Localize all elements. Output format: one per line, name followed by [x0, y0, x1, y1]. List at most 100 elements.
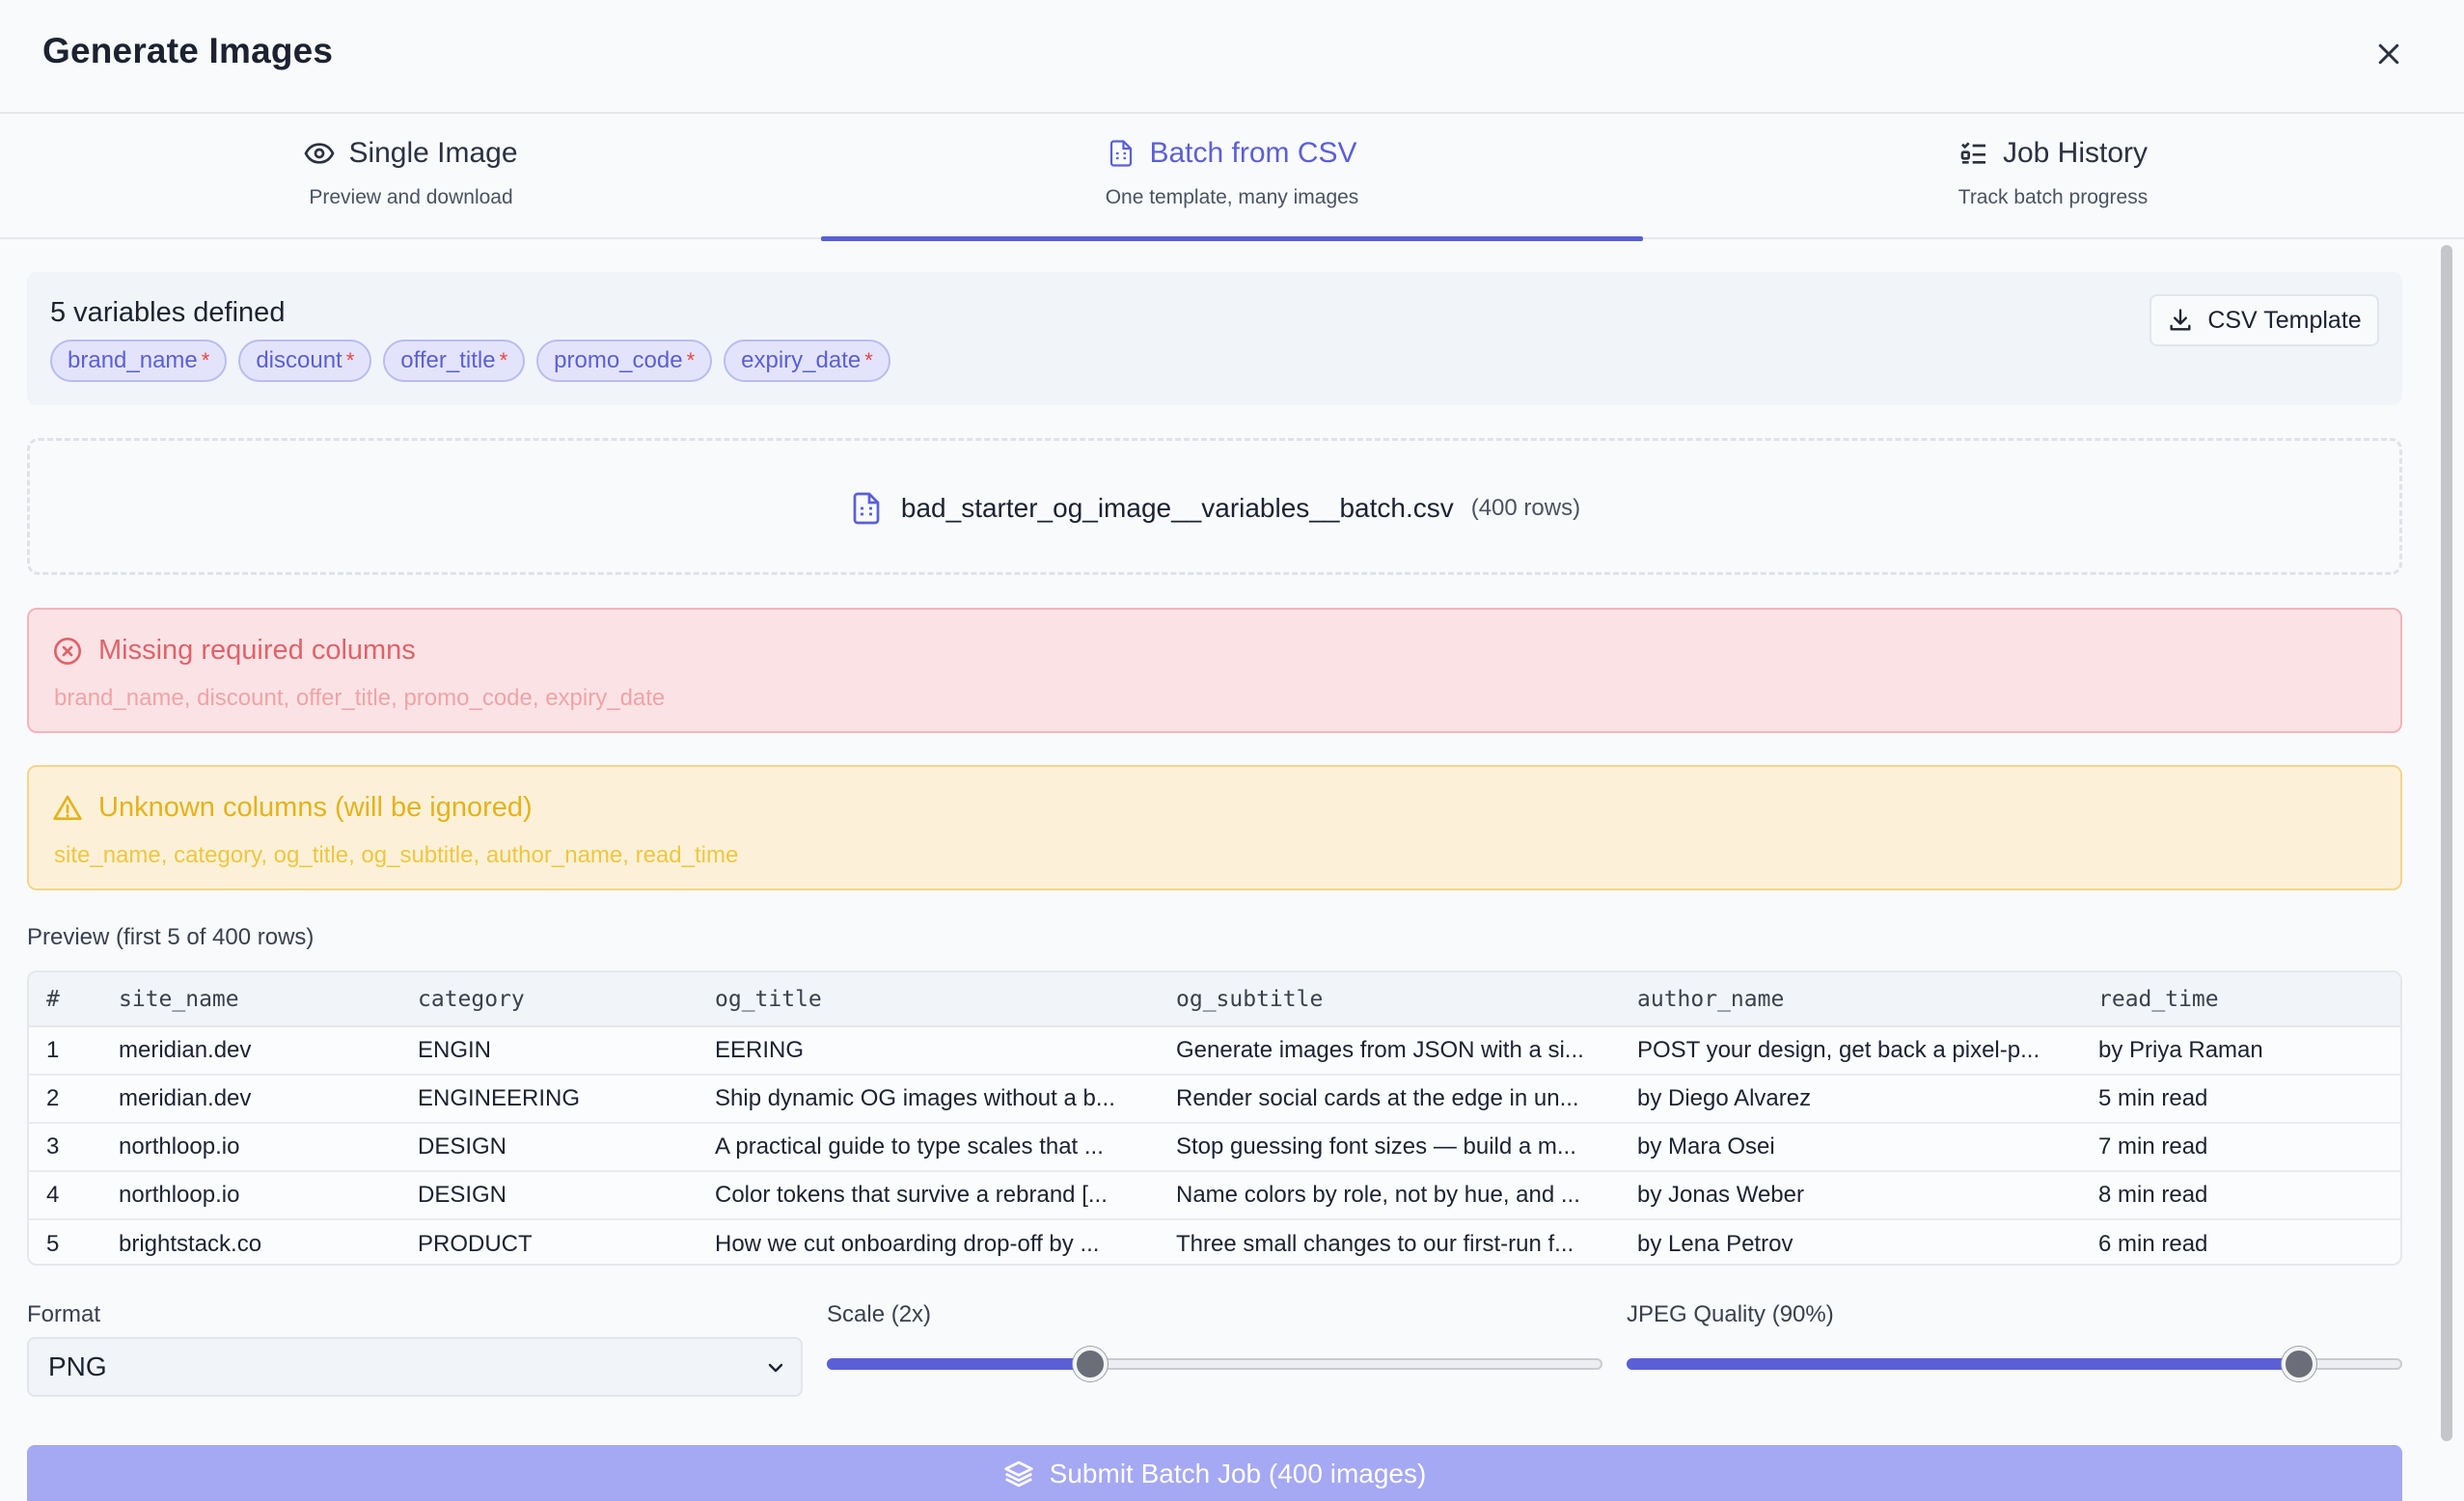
tab-label: Single Image — [348, 137, 518, 169]
table-cell: 4 — [29, 1171, 101, 1220]
tab-batch-from-csv[interactable]: Batch from CSV One template, many images — [821, 114, 1643, 241]
chevron-down-icon — [768, 1363, 783, 1373]
required-marker: * — [686, 348, 696, 372]
modal-header: Generate Images — [0, 0, 2464, 114]
column-header: # — [29, 972, 101, 1027]
file-spreadsheet-icon — [853, 492, 880, 525]
tab-subtitle: Track batch progress — [1958, 186, 2149, 208]
scale-label: Scale (2x) — [827, 1301, 932, 1327]
table-cell: Ship dynamic OG images without a b... — [698, 1075, 1159, 1124]
column-header: site_name — [101, 972, 400, 1027]
variable-chip: expiry_date * — [724, 340, 890, 382]
warning-triangle-icon — [53, 795, 82, 820]
table-cell: by Mara Osei — [1620, 1123, 2081, 1172]
table-cell: by Diego Alvarez — [1620, 1075, 2081, 1124]
table-cell: ENGIN — [400, 1026, 698, 1076]
download-icon — [2170, 309, 2191, 331]
table-cell: meridian.dev — [101, 1075, 400, 1124]
eye-icon — [304, 143, 335, 164]
table-row: 3 northloop.io DESIGN A practical guide … — [29, 1123, 2400, 1172]
tab-job-history[interactable]: Job History Track batch progress — [1642, 114, 2464, 239]
table-cell: Generate images from JSON with a si... — [1159, 1026, 1620, 1076]
variables-panel: 5 variables defined brand_name * discount… — [27, 272, 2402, 405]
csv-dropzone[interactable]: bad_starter_og_image__variables__batch.c… — [27, 438, 2402, 575]
missing-columns-alert: Missing required columns brand_name, dis… — [27, 608, 2402, 733]
tab-subtitle: One template, many images — [1105, 186, 1359, 208]
column-header: author_name — [1620, 972, 2081, 1027]
tab-subtitle: Preview and download — [309, 186, 513, 208]
variable-chip: offer_title * — [383, 340, 526, 382]
table-cell: Name colors by role, not by hue, and ... — [1159, 1171, 1620, 1220]
uploaded-file-name: bad_starter_og_image__variables__batch.c… — [900, 493, 1454, 523]
column-header: og_subtitle — [1159, 972, 1620, 1027]
alert-title: Unknown columns (will be ignored) — [98, 792, 533, 823]
format-select[interactable]: PNG — [27, 1337, 803, 1397]
table-cell: Color tokens that survive a rebrand [... — [698, 1171, 1159, 1220]
submit-label: Submit Batch Job (400 images) — [1049, 1459, 1427, 1488]
column-header: read_time — [2081, 972, 2400, 1027]
table-cell: 8 min read — [2081, 1171, 2400, 1220]
uploaded-file-rows: (400 rows) — [1470, 495, 1581, 521]
table-cell: ENGINEERING — [400, 1075, 698, 1124]
submit-batch-button[interactable]: Submit Batch Job (400 images) — [27, 1445, 2402, 1501]
alert-body: brand_name, discount, offer_title, promo… — [54, 685, 666, 711]
x-circle-icon — [54, 637, 81, 665]
csv-template-button[interactable]: CSV Template — [2149, 294, 2379, 346]
column-header: og_title — [698, 972, 1159, 1027]
required-marker: * — [201, 348, 210, 372]
slider-fill — [1627, 1358, 2300, 1370]
table-cell: 5 min read — [2081, 1075, 2400, 1124]
required-marker: * — [499, 348, 508, 372]
table-cell: 5 — [46, 1230, 60, 1257]
quality-slider[interactable] — [1627, 1347, 2402, 1385]
tab-bar: Single Image Preview and download Batch … — [0, 114, 2464, 241]
table-cell: by Lena Petrov — [1637, 1230, 1793, 1257]
table-cell: Stop guessing font sizes — build a m... — [1159, 1123, 1620, 1172]
list-checks-icon — [1960, 142, 1985, 164]
table-row: 2 meridian.dev ENGINEERING Ship dynamic … — [29, 1075, 2400, 1124]
table-cell: northloop.io — [101, 1123, 400, 1172]
table-cell: 3 — [29, 1123, 101, 1172]
table-cell: A practical guide to type scales that ..… — [698, 1123, 1159, 1172]
table-cell: 2 — [29, 1075, 101, 1124]
table-row: 1 meridian.dev ENGIN EERING Generate ima… — [29, 1026, 2400, 1076]
variable-chips: brand_name * discount * offer_title * promo… — [50, 340, 890, 382]
table-cell: PRODUCT — [418, 1230, 533, 1257]
required-marker: * — [345, 348, 355, 372]
scrollbar[interactable] — [2438, 241, 2455, 1451]
table-cell: by Jonas Weber — [1620, 1171, 2081, 1220]
slider-handle[interactable] — [2282, 1347, 2317, 1381]
format-label: Format — [27, 1301, 101, 1327]
variables-count: 5 variables defined — [50, 297, 286, 328]
slider-handle[interactable] — [1073, 1347, 1109, 1381]
variable-chip: promo_code * — [536, 340, 713, 382]
table-cell: EERING — [698, 1026, 1159, 1076]
table-cell: by Priya Raman — [2081, 1026, 2400, 1076]
scale-slider[interactable] — [827, 1347, 1602, 1385]
tab-single-image[interactable]: Single Image Preview and download — [0, 114, 822, 239]
generate-images-modal: Generate Images Single Image Preview and… — [0, 0, 2464, 1501]
table-cell: brightstack.co — [119, 1230, 262, 1257]
table-cell: DESIGN — [400, 1123, 698, 1172]
close-icon — [2378, 43, 2399, 65]
alert-body: site_name, category, og_title, og_subtit… — [54, 842, 739, 868]
tab-label: Job History — [2002, 137, 2149, 169]
format-select-value: PNG — [48, 1351, 107, 1381]
preview-label: Preview (first 5 of 400 rows) — [27, 924, 315, 950]
variable-chip: discount * — [238, 340, 372, 382]
table-cell: 7 min read — [2081, 1123, 2400, 1172]
close-button[interactable] — [2368, 33, 2410, 75]
table-header-row: # site_name category og_title og_subtitl… — [29, 972, 2400, 1027]
table-cell: POST your design, get back a pixel-p... — [1620, 1026, 2081, 1076]
scrollbar-thumb[interactable] — [2441, 245, 2452, 1441]
table-cell: How we cut onboarding drop-off by ... — [715, 1230, 1100, 1257]
unknown-columns-alert: Unknown columns (will be ignored) site_n… — [27, 765, 2402, 890]
table-cell: northloop.io — [101, 1171, 400, 1220]
preview-table: # site_name category og_title og_subtitl… — [27, 970, 2402, 1266]
column-header: category — [400, 972, 698, 1027]
quality-label: JPEG Quality (90%) — [1627, 1301, 1834, 1327]
table-row: 5 brightstack.co PRODUCT How we cut onbo… — [29, 1219, 2400, 1264]
slider-fill — [827, 1358, 1091, 1370]
table-cell: Render social cards at the edge in un... — [1159, 1075, 1620, 1124]
required-marker: * — [864, 348, 873, 372]
